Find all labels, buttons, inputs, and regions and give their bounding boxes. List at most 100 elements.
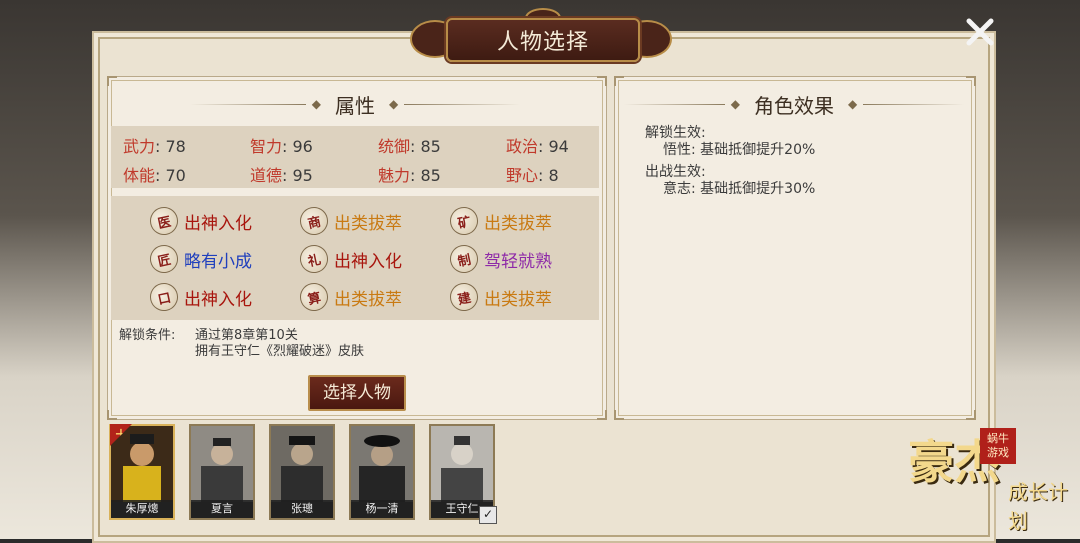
stat-label: 武力 <box>123 137 156 156</box>
stat-value: 8 <box>548 166 559 185</box>
brand-logo: 豪杰 蜗牛 游戏 成长计划 <box>908 420 1078 538</box>
heading-diamond-icon: ◆ <box>311 97 321 111</box>
stat-wuli: 武力: 78 <box>123 133 186 157</box>
skill-level: 出类拔萃 <box>484 213 552 234</box>
skill-level: 出神入化 <box>334 251 402 272</box>
panel-corner <box>107 76 117 86</box>
skill-item: 匠 略有小成 <box>147 242 252 276</box>
general-portrait-art <box>351 426 413 502</box>
stat-sep: : <box>538 137 549 156</box>
skill-seal-icon: 匠 <box>147 242 181 276</box>
skill-level: 出类拔萃 <box>484 289 552 310</box>
select-character-button[interactable]: 选择人物 <box>308 375 406 411</box>
stat-yexin: 野心: 8 <box>506 162 559 186</box>
skill-item: 矿 出类拔萃 <box>447 204 552 238</box>
heading-rule <box>863 103 964 105</box>
stat-sep: : <box>155 137 166 156</box>
stat-sep: : <box>155 166 166 185</box>
stat-value: 70 <box>165 166 186 185</box>
stat-value: 96 <box>292 137 313 156</box>
stat-tineng: 体能: 70 <box>123 162 186 186</box>
selected-check-icon: ✓ <box>479 506 497 524</box>
unlock-condition-1: 通过第8章第10关 <box>195 328 298 343</box>
skill-level: 出神入化 <box>184 213 252 234</box>
panel-corner <box>614 410 624 420</box>
skill-seal-icon: 制 <box>447 242 481 276</box>
unlock-condition-2: 拥有王守仁《烈耀破迷》皮肤 <box>195 344 365 359</box>
skill-level: 出神入化 <box>184 289 252 310</box>
skill-item: 商 出类拔萃 <box>297 204 402 238</box>
effect-unlock-title: 解锁生效: <box>645 125 706 141</box>
character-name: 朱厚熜 <box>111 500 173 518</box>
attributes-heading-label: 属性 <box>335 93 375 118</box>
character-name: 夏言 <box>191 500 253 518</box>
close-button[interactable] <box>960 12 1000 52</box>
stat-label: 体能 <box>123 166 156 185</box>
stat-zhili: 智力: 96 <box>250 133 313 157</box>
character-portrait[interactable]: 夏言 <box>189 424 255 520</box>
character-name: 张璁 <box>271 500 333 518</box>
scholar-portrait-art <box>191 426 253 502</box>
panel-corner <box>107 410 117 420</box>
stat-sep: : <box>538 166 549 185</box>
heading-diamond-icon: ◆ <box>730 97 740 111</box>
character-portrait[interactable]: 朱厚熜 <box>109 424 175 520</box>
effect-battle-title: 出战生效: <box>645 164 706 180</box>
dialog-title: 人物选择 <box>496 30 589 55</box>
stat-tongyu: 统御: 85 <box>378 133 441 157</box>
skill-seal-icon: 算 <box>297 280 331 314</box>
skill-seal-icon: 医 <box>147 204 181 238</box>
skill-level: 出类拔萃 <box>334 213 402 234</box>
panel-corner <box>597 410 607 420</box>
skill-item: 制 驾轻就熟 <box>447 242 552 276</box>
character-portrait[interactable]: 杨一清 <box>349 424 415 520</box>
panel-corner <box>966 76 976 86</box>
stat-sep: : <box>410 166 421 185</box>
panel-corner <box>966 410 976 420</box>
skill-item: 算 出类拔萃 <box>297 280 402 314</box>
character-portrait[interactable]: 张璁 <box>269 424 335 520</box>
emperor-portrait-art <box>111 426 173 502</box>
skill-item: 礼 出神入化 <box>297 242 402 276</box>
skill-seal-icon: 礼 <box>297 242 331 276</box>
heading-diamond-icon: ◆ <box>848 97 858 111</box>
skill-seal-icon: 建 <box>447 280 481 314</box>
stat-value: 85 <box>420 166 441 185</box>
effects-heading-label: 角色效果 <box>754 93 834 118</box>
skill-item: 口 出神入化 <box>147 280 252 314</box>
heading-diamond-icon: ◆ <box>389 97 399 111</box>
brand-logo-sub: 成长计划 <box>1008 480 1068 533</box>
skill-item: 建 出类拔萃 <box>447 280 552 314</box>
stat-value: 85 <box>420 137 441 156</box>
stat-label: 魅力 <box>378 166 411 185</box>
stat-label: 统御 <box>378 137 411 156</box>
stat-zhengzhi: 政治: 94 <box>506 133 569 157</box>
skill-seal-icon: 口 <box>147 280 181 314</box>
effects-heading: ◆ 角色效果 ◆ <box>624 90 964 118</box>
heading-rule <box>404 103 520 105</box>
attributes-heading: ◆ 属性 ◆ <box>190 90 520 118</box>
skill-item: 医 出神入化 <box>147 204 252 238</box>
stat-meili: 魅力: 85 <box>378 162 441 186</box>
stat-label: 野心 <box>506 166 539 185</box>
stat-label: 道德 <box>250 166 283 185</box>
stat-sep: : <box>410 137 421 156</box>
skill-seal-icon: 矿 <box>447 204 481 238</box>
stat-label: 政治 <box>506 137 539 156</box>
unlock-label: 解锁条件: <box>119 328 176 343</box>
stat-sep: : <box>282 166 293 185</box>
brand-logo-stamp: 蜗牛 游戏 <box>980 428 1016 464</box>
skill-level: 驾轻就熟 <box>484 251 552 272</box>
stat-label: 智力 <box>250 137 283 156</box>
panel-corner <box>614 76 624 86</box>
skill-level: 出类拔萃 <box>334 289 402 310</box>
heading-rule <box>190 103 306 105</box>
stat-sep: : <box>282 137 293 156</box>
stat-value: 94 <box>548 137 569 156</box>
effect-unlock-value: 悟性: 基础抵御提升20% <box>663 142 816 158</box>
stat-value: 78 <box>165 137 186 156</box>
effect-battle-value: 意志: 基础抵御提升30% <box>663 181 816 197</box>
minister-portrait-art <box>271 426 333 502</box>
heading-rule <box>624 103 725 105</box>
character-name: 杨一清 <box>351 500 413 518</box>
